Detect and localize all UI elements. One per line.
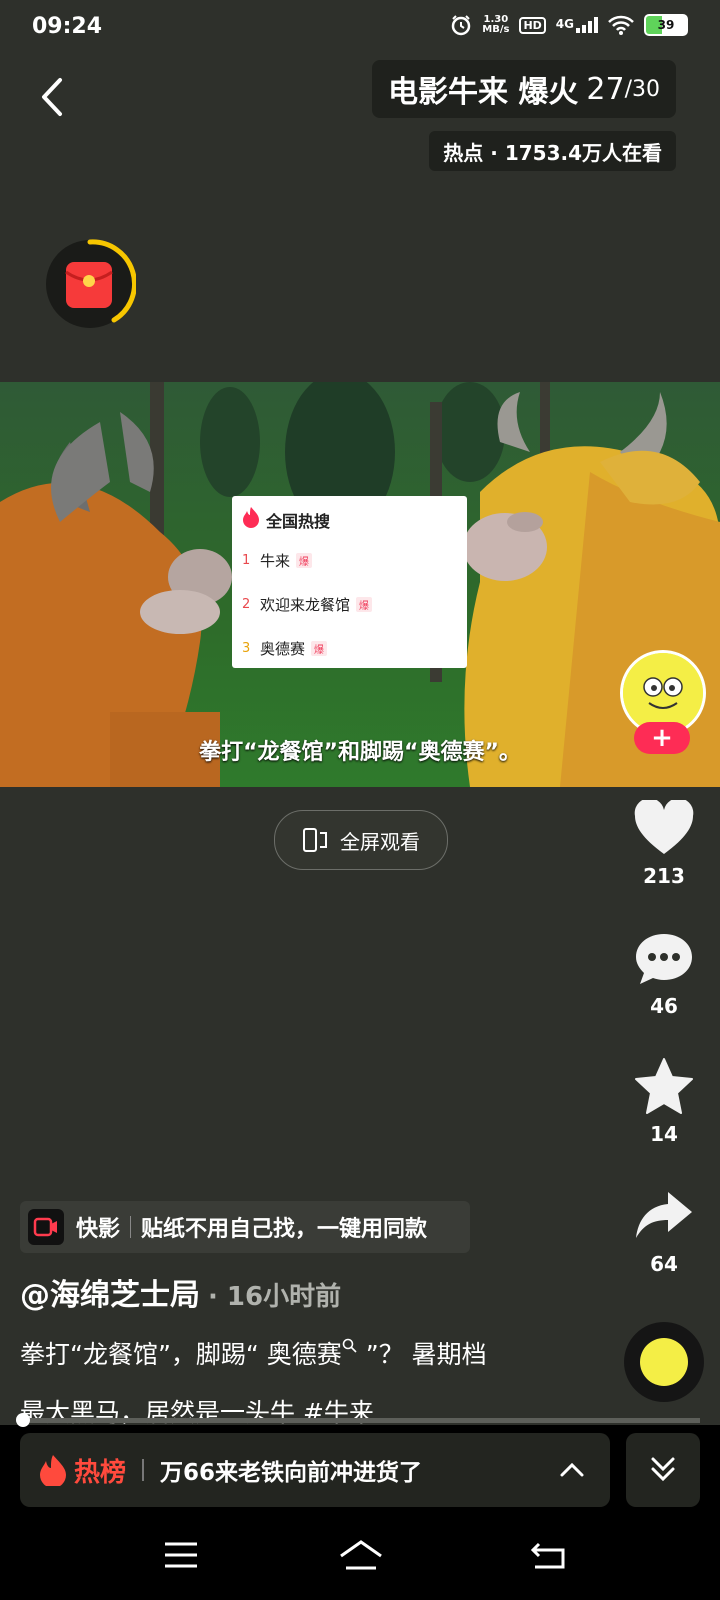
favorite-count: 14 [650, 1122, 678, 1146]
author-line: @海绵芝士局 · 16小时前 [20, 1270, 341, 1314]
hot-card-item: 1 牛来 爆 [242, 550, 313, 571]
battery-indicator: 39 [644, 14, 688, 36]
alarm-icon [452, 15, 471, 36]
back-arrow-icon [531, 1542, 565, 1569]
flame-icon [243, 507, 259, 528]
fullscreen-label: 全屏观看 [340, 829, 420, 854]
signal-indicator: 4G [556, 17, 598, 33]
collapse-button[interactable] [626, 1433, 700, 1507]
like-count: 213 [643, 864, 685, 888]
flame-icon [40, 1455, 66, 1486]
hot-card-title: 全国热搜 [266, 512, 331, 531]
chevron-up-icon[interactable] [558, 1461, 586, 1479]
kuaiying-logo-icon [28, 1209, 64, 1245]
tool-text: 贴纸不用自己找，一键用同款 [141, 1217, 428, 1242]
chevron-left-icon [42, 78, 62, 116]
hot-viewers-pill[interactable]: 热点 · 1753.4万人在看 [429, 131, 676, 171]
hot-card-item: 2 欢迎来龙餐馆 爆 [242, 594, 373, 615]
status-icons: 1.30 MB/s HD 4G 39 [450, 14, 688, 36]
share-count: 64 [650, 1252, 678, 1276]
music-disc[interactable] [624, 1322, 704, 1402]
hot-tag-badge: 爆 [296, 553, 313, 568]
star-icon [635, 1058, 693, 1114]
share-button[interactable]: 64 [622, 1188, 706, 1276]
search-icon[interactable] [342, 1338, 358, 1354]
kuaiying-template-bar[interactable]: 快影 贴纸不用自己找，一键用同款 [20, 1201, 470, 1253]
menu-icon [165, 1542, 197, 1568]
heart-icon [634, 798, 694, 854]
hot-card-item: 3 奥德赛 爆 [242, 638, 328, 659]
author-name[interactable]: @海绵芝士局 [20, 1278, 200, 1313]
favorite-button[interactable]: 14 [622, 1058, 706, 1146]
share-arrow-icon [636, 1192, 692, 1238]
video-player[interactable]: 全国热搜 1 牛来 爆 2 欢迎来龙餐馆 爆 3 奥德赛 爆 拳打“龙餐馆”和脚… [0, 382, 720, 787]
red-packet-timer[interactable] [44, 238, 137, 330]
nav-menu-button[interactable] [156, 1535, 206, 1575]
post-time: · 16小时前 [208, 1282, 342, 1312]
back-button[interactable] [32, 72, 72, 122]
video-progress-track[interactable] [20, 1418, 700, 1423]
topic-total: /30 [624, 76, 660, 102]
divider [130, 1216, 132, 1238]
comment-icon [636, 934, 692, 984]
hot-tag-badge: 爆 [311, 641, 328, 656]
nav-home-button[interactable] [336, 1535, 386, 1575]
red-packet-icon [46, 239, 137, 328]
video-progress-handle[interactable] [16, 1413, 30, 1427]
comment-button[interactable]: 46 [622, 930, 706, 1018]
nav-back-button[interactable] [524, 1535, 574, 1575]
hotlist-label: 热榜 [74, 1457, 127, 1488]
wifi-icon [608, 15, 634, 35]
hd-badge: HD [519, 16, 546, 34]
network-speed: 1.30 MB/s [482, 14, 510, 35]
hot-search-card: 全国热搜 1 牛来 爆 2 欢迎来龙餐馆 爆 3 奥德赛 爆 [232, 496, 467, 668]
like-button[interactable]: 213 [622, 798, 706, 888]
home-icon [340, 1540, 382, 1570]
topic-index: 27 [586, 71, 625, 107]
tool-name: 快影 [76, 1217, 121, 1242]
status-time: 09:24 [32, 14, 103, 39]
divider [142, 1459, 145, 1481]
comment-count: 46 [650, 994, 678, 1018]
avatar-image [623, 653, 703, 733]
follow-button[interactable]: + [634, 722, 690, 754]
status-bar: 09:24 1.30 MB/s HD 4G 39 [0, 0, 720, 56]
signal-icon [576, 17, 598, 33]
music-cover [640, 1338, 688, 1386]
fullscreen-button[interactable]: 全屏观看 [274, 810, 448, 870]
rotate-screen-icon [303, 828, 327, 852]
hotlist-text: 万66来老铁向前冲进货了 [160, 1460, 423, 1486]
hot-tag-badge: 爆 [356, 597, 373, 612]
topic-title-pill[interactable]: 电影牛来 爆火 27 /30 [371, 60, 676, 118]
double-chevron-down-icon [651, 1457, 675, 1482]
video-subtitle: 拳打“龙餐馆”和脚踢“奥德赛”。 [199, 740, 521, 765]
hotlist-bar[interactable]: 热榜 万66来老铁向前冲进货了 [20, 1433, 610, 1507]
topic-title: 电影牛来 爆火 [387, 75, 579, 110]
